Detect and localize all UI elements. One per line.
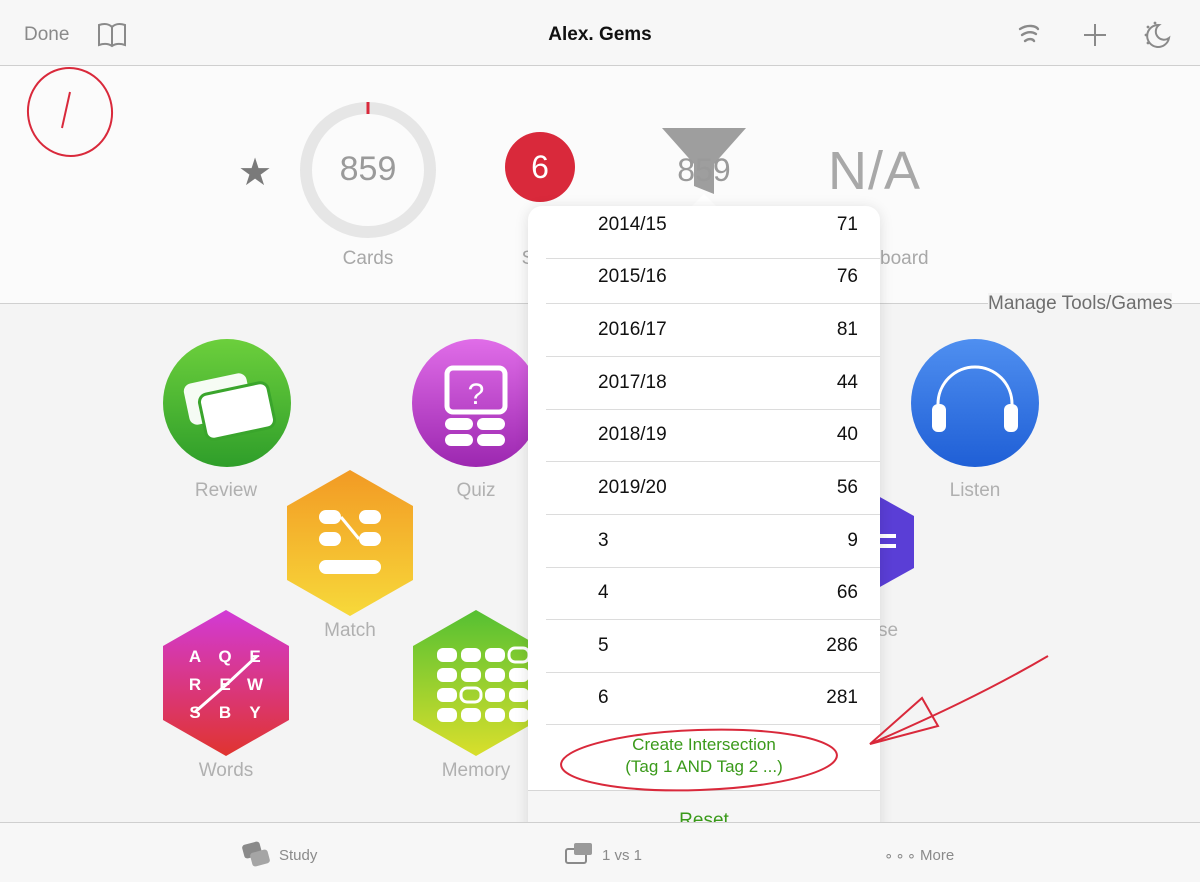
leaderboard-value: N/A (828, 141, 922, 201)
tab-bar: Study 1 vs 1 ∘∘∘ More (0, 822, 1200, 882)
tag-row[interactable]: 4 66 (546, 567, 880, 620)
headphones-icon[interactable] (910, 338, 1040, 468)
night-mode-icon[interactable] (1142, 20, 1172, 50)
tag-row[interactable]: 2015/16 76 (546, 251, 880, 304)
tag-label: 6 (598, 687, 609, 708)
cards-count[interactable]: 859 (298, 150, 438, 189)
filtered-count: 859 (677, 152, 731, 188)
more-dots-icon[interactable]: ∘∘∘ (884, 847, 918, 865)
match-icon[interactable] (285, 468, 415, 618)
due-count-badge[interactable]: 6 (505, 132, 575, 202)
tag-row[interactable]: 5 286 (546, 620, 880, 673)
tag-label: 2018/19 (598, 424, 667, 445)
tool-label-match: Match (324, 620, 376, 641)
svg-text:Y: Y (249, 703, 261, 722)
tag-row[interactable]: 2016/17 81 (546, 304, 880, 357)
tab-more[interactable]: More (920, 847, 954, 864)
svg-text:B: B (219, 703, 231, 722)
wifi-icon[interactable] (1014, 20, 1044, 50)
tag-count: 281 (826, 687, 858, 708)
tool-label-review: Review (194, 480, 258, 501)
quiz-icon[interactable]: ? (411, 338, 541, 468)
manage-tools-link[interactable]: Manage Tools/Games (988, 293, 1173, 315)
tab-study[interactable]: Study (279, 847, 317, 864)
navigation-bar: Done Alex. Gems (0, 0, 1200, 66)
memory-icon[interactable] (411, 608, 541, 758)
svg-text:W: W (247, 675, 264, 694)
tag-filter-popover: 2014/15 71 2015/16 76 2016/17 81 2017/18… (528, 206, 880, 850)
tag-row[interactable]: 2018/19 40 (546, 409, 880, 462)
plus-icon[interactable] (1080, 20, 1110, 50)
tag-count: 56 (836, 477, 858, 498)
create-intersection-title: Create Intersection (632, 735, 776, 754)
tool-label-words: Words (198, 760, 254, 781)
tag-count: 9 (847, 530, 858, 551)
tool-label-partial: se (878, 620, 899, 641)
favorites-star-icon[interactable]: ★ (238, 150, 272, 195)
tag-row[interactable]: 2019/20 56 (546, 462, 880, 515)
tool-label-listen: Listen (949, 480, 1001, 501)
tag-label: 2016/17 (598, 319, 667, 340)
tag-label: 2019/20 (598, 477, 667, 498)
tag-count: 76 (836, 266, 858, 287)
tag-row[interactable]: 6 281 (546, 672, 880, 725)
svg-text:Q: Q (218, 647, 231, 666)
tag-count: 66 (836, 582, 858, 603)
tag-label: 4 (598, 582, 609, 603)
tag-count: 286 (826, 635, 858, 656)
tab-versus[interactable]: 1 vs 1 (602, 847, 642, 864)
versus-icon[interactable] (564, 841, 594, 867)
annotation-arrow (869, 655, 1049, 745)
tag-label: 5 (598, 635, 609, 656)
tag-count: 40 (836, 424, 858, 445)
tag-label: 2014/15 (598, 214, 667, 235)
create-intersection-subtitle: (Tag 1 AND Tag 2 ...) (625, 757, 783, 776)
tag-label: 2017/18 (598, 372, 667, 393)
tag-count: 81 (836, 319, 858, 340)
review-cards-icon[interactable] (162, 338, 292, 468)
create-intersection-button[interactable]: Create Intersection (Tag 1 AND Tag 2 ...… (528, 734, 880, 778)
svg-text:E: E (219, 675, 230, 694)
tag-row[interactable]: 3 9 (546, 515, 880, 568)
tag-count: 44 (836, 372, 858, 393)
tag-count: 71 (836, 214, 858, 235)
svg-text:?: ? (468, 378, 485, 411)
study-icon[interactable] (240, 839, 272, 869)
svg-text:E: E (249, 647, 260, 666)
tag-label: 3 (598, 530, 609, 551)
leaderboard-label: board (880, 248, 929, 269)
svg-text:R: R (189, 675, 201, 694)
svg-text:A: A (189, 647, 201, 666)
tag-label: 2015/16 (598, 266, 667, 287)
words-icon[interactable]: AQE REW SBY (161, 608, 291, 758)
tag-row[interactable]: 2017/18 44 (546, 357, 880, 410)
cards-label: Cards (342, 248, 394, 269)
svg-text:S: S (189, 703, 200, 722)
